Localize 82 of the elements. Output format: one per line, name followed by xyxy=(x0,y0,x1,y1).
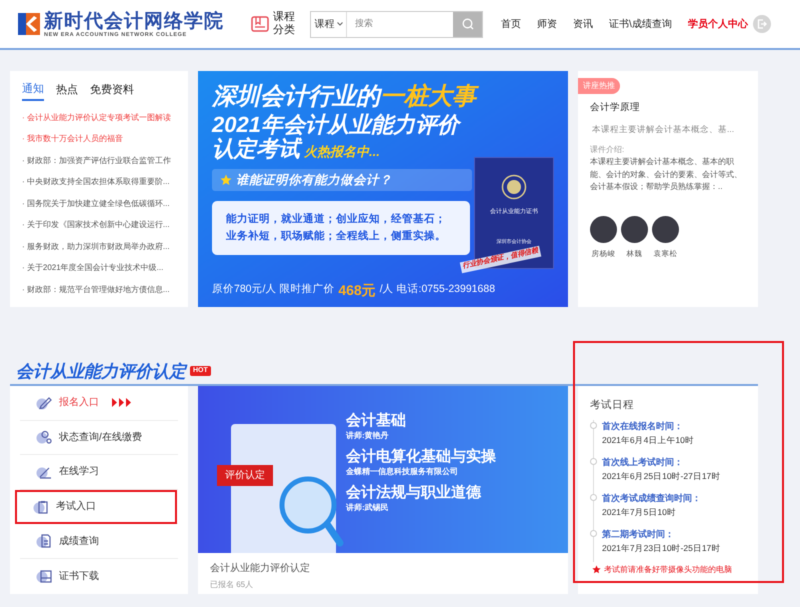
intro-label: 课件介绍: xyxy=(590,144,626,156)
news-link[interactable]: · 会计从业能力评价认定专项考试一图解读 xyxy=(22,106,176,128)
logout-button[interactable] xyxy=(752,15,771,33)
course-card[interactable]: 评价认定 会计基础 讲师:黄艳丹 会计电算化基础与实操 金蝶精一信息科技服务有限公司 会计法规与职业道德 讲师:武锡民 会计从业能力评价认定 已报名 65人 xyxy=(198,386,568,594)
search-button[interactable] xyxy=(453,12,482,36)
news-link[interactable]: · 关于2021年度全国会计专业技术中级... xyxy=(22,257,176,278)
menu-item[interactable]: 状态查询/在线缴费 xyxy=(20,422,178,452)
benefit-text: 能力证明，就业通道；创业应知，经管基石； xyxy=(226,212,447,227)
schedule-title: 考试日程 xyxy=(590,398,635,413)
banner-title: 认定考试 xyxy=(212,137,300,161)
enrolled-count: 已报名 65人 xyxy=(209,579,254,591)
pencil-icon xyxy=(36,396,52,410)
pen-icon xyxy=(36,464,52,479)
nav-link[interactable]: 师资 xyxy=(537,16,557,32)
schedule-note: 考试前请准备好带摄像头功能的电脑 xyxy=(604,564,732,576)
scope-dropdown[interactable]: 课程 xyxy=(311,12,347,36)
banner-tag: 火热报名中... xyxy=(304,142,380,161)
clipboard-icon xyxy=(33,500,49,514)
lecture-tag: 讲座热推 xyxy=(578,78,620,94)
course-name: 会计从业能力评价认定 xyxy=(209,562,311,576)
search-icon xyxy=(462,18,474,30)
news-link[interactable]: · 服务财政，助力深圳市财政局举办政府... xyxy=(22,236,176,257)
course-subtitle: 讲师:武锡民 xyxy=(346,502,390,514)
course-title: 会计法规与职业道德 xyxy=(346,484,482,502)
lecture-title[interactable]: 会计学原理 xyxy=(590,101,746,116)
news-tab[interactable]: 免费资料 xyxy=(90,81,134,100)
logo-name: 新时代会计网络学院 xyxy=(44,10,224,32)
avatar xyxy=(652,216,679,242)
lecture-summary: 本课程主要讲解会计基本概念、基... xyxy=(591,123,736,136)
benefit-text: 业务补短，职场赋能；全程线上，侧重实操。 xyxy=(226,228,447,244)
banner-title: 2021年会计从业能力评价 xyxy=(212,113,554,137)
nav-link[interactable]: 首页 xyxy=(501,16,521,32)
price-text: 原价780元/人 限时推广价 xyxy=(212,282,334,298)
schedule-label: 首次线上考试时间： xyxy=(602,456,684,469)
menu-item[interactable]: 成绩查询 xyxy=(20,526,178,556)
exit-icon xyxy=(756,19,767,29)
news-tab[interactable]: 通知 xyxy=(22,81,44,100)
schedule-date: 2021年7月23日10时-25日17时 xyxy=(602,542,722,555)
price-text: /人 电话:0755-23991688 xyxy=(380,282,496,298)
schedule-date: 2021年6月25日10时-27日17时 xyxy=(602,470,722,483)
caret-icon xyxy=(336,22,342,26)
intro-text: 本课程主要讲解会计基本概念、基本的职能、会计的对象、会计的要素、会计等式、会计基本假设；帮助学员熟练掌握：.. xyxy=(590,156,743,193)
document-icon xyxy=(36,534,52,548)
schedule-label: 第二期考试时间： xyxy=(602,528,675,541)
nav-link[interactable]: 证书\成绩查询 xyxy=(609,16,672,32)
section-title: 会计从业能力评价认定 xyxy=(16,362,186,382)
nav-link[interactable]: 资讯 xyxy=(573,16,593,32)
category-button[interactable]: 课程 分类 xyxy=(251,11,295,37)
avatar xyxy=(621,216,648,242)
course-title: 会计基础 xyxy=(346,412,407,430)
news-link[interactable]: · 财政部：加强资产评估行业联合监管工作 xyxy=(22,150,176,171)
course-subtitle: 讲师:黄艳丹 xyxy=(346,430,390,442)
news-link[interactable]: · 国务院关于加快建立健全绿色低碳循环... xyxy=(22,192,176,214)
course-subtitle: 金蝶精一信息科技服务有限公司 xyxy=(346,466,459,478)
schedule-label: 首次考试成绩查询时间： xyxy=(602,492,702,505)
banner-headline: 深圳会计行业的 xyxy=(212,83,380,111)
news-link[interactable]: · 关于印发《国家技术创新中心建设运行... xyxy=(22,214,176,236)
search-field[interactable]: 搜索 xyxy=(347,12,453,36)
menu-item[interactable]: 报名入口 xyxy=(20,388,178,418)
menu-item[interactable]: 考试入口 xyxy=(17,492,175,522)
news-link[interactable]: · 中央财政支持全国农担体系取得重要阶... xyxy=(22,171,176,192)
course-title: 会计电算化基础与实操 xyxy=(346,448,496,466)
logo-icon xyxy=(18,13,40,35)
menu-item[interactable]: 证书下载 xyxy=(20,561,178,592)
search-box[interactable]: 课程 搜索 xyxy=(310,10,483,38)
schedule-date: 2021年6月4日上午10时 xyxy=(602,434,695,447)
news-tab[interactable]: 热点 xyxy=(56,81,78,100)
avatar xyxy=(590,216,617,242)
schedule-date: 2021年7月5日10时 xyxy=(602,506,677,519)
star-icon xyxy=(220,174,232,186)
promo-price: 468元 xyxy=(338,283,376,298)
banner-question: 谁能证明你有能力做会计？ xyxy=(236,172,392,189)
menu-item[interactable]: 在线学习 xyxy=(20,456,178,487)
schedule-label: 首次在线报名时间： xyxy=(602,420,684,433)
user-center-link[interactable]: 学员个人中心 xyxy=(688,16,748,32)
star-icon xyxy=(592,565,601,574)
book-icon xyxy=(251,15,269,33)
news-link[interactable]: · 我市数十万会计人员的福音 xyxy=(22,128,176,150)
course-tag: 评价认定 xyxy=(217,465,273,486)
emblem-icon xyxy=(501,174,527,200)
triple-arrow-icon xyxy=(111,398,133,408)
news-link[interactable]: · 财政部：规范平台管理做好地方债信息... xyxy=(22,278,176,300)
